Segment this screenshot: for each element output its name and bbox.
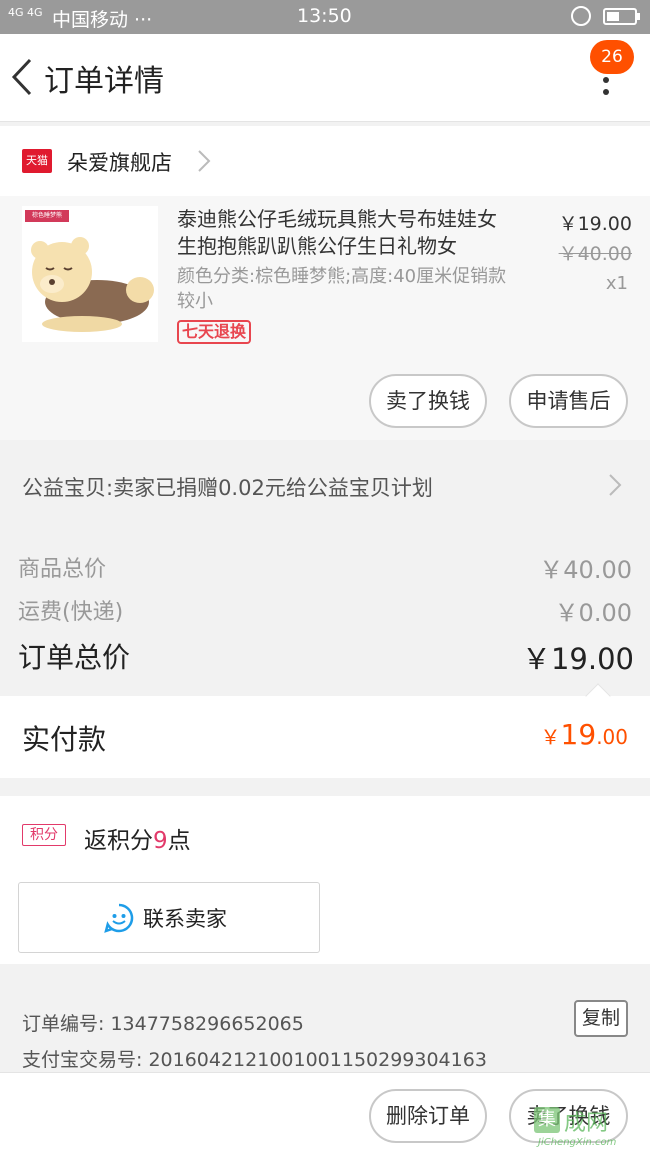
chevron-right-icon (609, 474, 622, 496)
points-section: 积分 返积分9点 联系卖家 (0, 796, 650, 964)
contact-seller-label: 联系卖家 (143, 907, 227, 931)
page-title: 订单详情 (44, 64, 164, 99)
shipping-value: ￥0.00 (554, 599, 632, 627)
store-row[interactable]: 天猫 朵爱旗舰店 (0, 126, 650, 196)
charity-row[interactable]: 公益宝贝:卖家已捐赠0.02元给公益宝贝计划 (0, 444, 650, 526)
watermark-url: JiChengXin.com (538, 1137, 617, 1148)
return-policy-tag: 七天退换 (177, 320, 252, 344)
message-count-badge[interactable]: 26 (590, 40, 634, 74)
order-total-label: 订单总价 (18, 641, 131, 674)
clock: 13:50 (297, 5, 352, 27)
amount-decimal: .00 (596, 725, 628, 749)
copy-button[interactable]: 复制 (574, 1000, 628, 1037)
product-price: ￥19.00 (558, 213, 632, 235)
points-text: 返积分9点 (84, 821, 191, 855)
chevron-right-icon (198, 150, 211, 172)
battery-tip (637, 13, 640, 20)
status-bar: 4G 4G 中国移动 ··· 13:50 (0, 0, 650, 34)
contact-seller-button[interactable]: 联系卖家 (18, 882, 320, 953)
items-total-label: 商品总价 (18, 557, 107, 582)
after-sale-button[interactable]: 申请售后 (509, 374, 628, 428)
product-image-tag: 棕色睡梦熊 (25, 210, 69, 222)
carrier-label: 中国移动 ··· (52, 9, 153, 31)
points-count: 9 (153, 828, 168, 854)
teddy-bear-image (31, 237, 154, 332)
points-suffix: 点 (167, 828, 191, 854)
amount-integer: 19 (560, 718, 597, 751)
battery-icon (603, 8, 637, 25)
amount-paid-row: 实付款 ￥19.00 (0, 683, 650, 778)
watermark-logo-icon: 集 (534, 1107, 560, 1133)
product-item[interactable]: 棕色睡梦熊 泰迪熊公仔毛绒玩具熊大号布娃娃女生抱抱熊趴趴熊公仔生日礼物女 颜色分… (0, 196, 650, 440)
points-icon: 积分 (22, 824, 66, 846)
currency-symbol: ￥ (540, 725, 561, 749)
product-image[interactable]: 棕色睡梦熊 (22, 206, 158, 342)
bottom-action-bar: 删除订单 卖了换钱 集 成网 JiChengXin.com (0, 1072, 650, 1155)
watermark-text: 成网 (564, 1111, 609, 1136)
nav-bar: 订单详情 26 (0, 34, 650, 122)
back-arrow-icon[interactable] (6, 54, 46, 100)
alipay-transaction-number: 支付宝交易号: 2016042121001001150299304163 (22, 1049, 487, 1071)
amount-paid-value: ￥19.00 (541, 718, 628, 751)
amount-paid-label: 实付款 (22, 723, 107, 756)
sell-for-cash-button[interactable]: 卖了换钱 (369, 374, 487, 428)
product-quantity: x1 (605, 273, 628, 294)
points-prefix: 返积分 (84, 828, 153, 854)
price-summary: 商品总价 ￥40.00 运费(快递) ￥0.00 订单总价 ￥19.00 (0, 526, 650, 696)
site-watermark: 集 成网 JiChengXin.com (526, 1103, 650, 1151)
store-name[interactable]: 朵爱旗舰店 (67, 147, 172, 177)
product-original-price: ￥40.00 (558, 243, 632, 265)
tmall-logo: 天猫 (22, 149, 52, 173)
order-info: 订单编号: 1347758296652065 支付宝交易号: 201604212… (0, 980, 650, 1071)
chat-face-icon (104, 903, 134, 933)
alarm-icon (571, 6, 591, 26)
shipping-label: 运费(快递) (18, 600, 124, 625)
delete-order-button[interactable]: 删除订单 (369, 1089, 487, 1143)
charity-text: 公益宝贝:卖家已捐赠0.02元给公益宝贝计划 (22, 476, 433, 500)
order-total-value: ￥19.00 (521, 642, 634, 676)
order-number: 订单编号: 1347758296652065 (22, 1013, 304, 1035)
product-sku: 颜色分类:棕色睡梦熊;高度:40厘米促销款较小 (177, 266, 507, 312)
signal-icon: 4G 4G (8, 6, 43, 19)
items-total-value: ￥40.00 (539, 556, 632, 584)
product-title[interactable]: 泰迪熊公仔毛绒玩具熊大号布娃娃女生抱抱熊趴趴熊公仔生日礼物女 (177, 206, 507, 260)
